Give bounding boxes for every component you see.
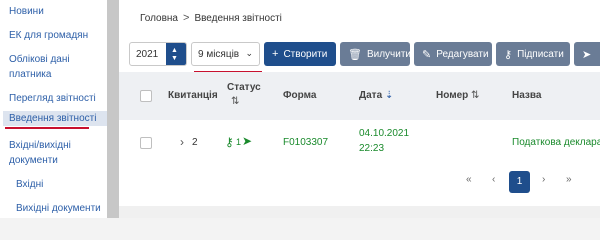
edit-button[interactable]: ✎ Редагувати xyxy=(414,42,492,66)
sent-icon: ➤ xyxy=(242,134,253,148)
chevron-up-icon[interactable]: ▲ xyxy=(171,47,178,54)
chevron-down-icon: ⌄ xyxy=(245,48,253,58)
breadcrumb-home[interactable]: Головна xyxy=(140,13,178,24)
year-input[interactable]: 2021 ▲ ▼ xyxy=(129,42,187,66)
year-spinner[interactable]: ▲ ▼ xyxy=(166,43,186,65)
period-value: 9 місяців xyxy=(198,49,240,60)
breadcrumb-separator: > xyxy=(183,12,190,24)
delete-button[interactable]: 🗑 Вилучити xyxy=(340,42,412,66)
header-status: Статус xyxy=(227,82,261,93)
sidebar-item-in-out-docs-line2[interactable]: документи xyxy=(9,153,58,168)
header-date[interactable]: Дата ⇣ xyxy=(359,90,393,101)
status-count: 1 xyxy=(236,137,242,147)
header-receipt: Квитанція xyxy=(168,90,218,101)
period-select[interactable]: 9 місяців ⌄ xyxy=(191,42,260,66)
chevron-down-icon[interactable]: ▼ xyxy=(171,55,178,62)
sidebar-item-incoming[interactable]: Вхідні xyxy=(16,177,43,192)
edit-button-label: Редагувати xyxy=(436,48,489,60)
sign-button[interactable]: ⚷ Підписати xyxy=(496,42,570,66)
header-form: Форма xyxy=(283,90,317,101)
sidebar-item-ek-citizens[interactable]: ЕК для громадян xyxy=(9,28,88,43)
select-all-checkbox[interactable] xyxy=(140,90,152,102)
year-value: 2021 xyxy=(136,49,159,60)
sidebar-scrollbar[interactable] xyxy=(107,0,119,218)
row-checkbox[interactable] xyxy=(140,137,152,149)
row-name[interactable]: Податкова декларація xyxy=(512,137,600,148)
key-icon: ⚷ xyxy=(504,48,513,61)
pencil-icon: ✎ xyxy=(422,48,432,61)
key-status-icon: ⚷ xyxy=(225,135,234,149)
pagination-current[interactable]: 1 xyxy=(509,171,530,193)
sidebar: Новини ЕК для громадян Облікові дані пла… xyxy=(0,0,107,218)
pagination-prev[interactable]: ‹ xyxy=(492,174,495,185)
bottom-strip xyxy=(119,206,600,218)
sort-desc-icon[interactable]: ⇣ xyxy=(385,90,393,101)
sidebar-item-account-data[interactable]: Облікові дані xyxy=(9,52,70,67)
table-header: Квитанція Статус ⇅ Форма Дата ⇣ Номер ⇅ … xyxy=(119,72,600,120)
pagination-next[interactable]: › xyxy=(542,174,545,185)
plus-icon: + xyxy=(272,48,279,60)
sidebar-item-in-out-docs[interactable]: Вхідні/вихідні xyxy=(9,138,71,153)
header-name: Назва xyxy=(512,90,542,101)
row-date: 04.10.2021 xyxy=(359,128,410,139)
sidebar-item-outgoing[interactable]: Вихідні документи xyxy=(16,201,101,216)
sidebar-item-account-data-line2[interactable]: платника xyxy=(9,67,51,82)
sign-button-label: Підписати xyxy=(517,48,564,60)
table-row[interactable]: › 2 ⚷ 1 ➤ F0103307 04.10.2021 22:23 Пода… xyxy=(119,120,600,164)
create-button-label: Створити xyxy=(283,48,328,60)
create-button[interactable]: + Створити xyxy=(264,42,336,66)
main-panel: Головна > Введення звітності 2021 ▲ ▼ 9 … xyxy=(119,0,600,206)
trash-icon: 🗑 xyxy=(348,48,362,61)
form-code[interactable]: F0103307 xyxy=(283,137,328,148)
delete-button-label: Вилучити xyxy=(366,48,412,60)
sidebar-item-news[interactable]: Новини xyxy=(9,4,44,19)
row-time: 22:23 xyxy=(359,143,385,154)
pagination-first[interactable]: « xyxy=(466,174,472,185)
header-date-label: Дата xyxy=(359,90,383,101)
chevron-right-icon[interactable]: › xyxy=(180,135,184,149)
more-button[interactable]: ➤ xyxy=(574,42,600,66)
receipt-count: 2 xyxy=(192,137,198,148)
breadcrumb-current: Введення звітності xyxy=(194,12,282,24)
send-icon: ➤ xyxy=(582,48,592,61)
sidebar-item-view-reports[interactable]: Перегляд звітності xyxy=(9,91,96,106)
sort-icon[interactable]: ⇅ xyxy=(231,96,239,107)
pagination-last[interactable]: » xyxy=(566,174,572,185)
header-number[interactable]: Номер ⇅ xyxy=(436,90,479,101)
sort-icon[interactable]: ⇅ xyxy=(471,90,479,101)
sidebar-item-enter-reports[interactable]: Введення звітності xyxy=(3,111,107,126)
header-number-label: Номер xyxy=(436,90,469,101)
active-item-underline xyxy=(5,127,89,129)
breadcrumb: Головна > Введення звітності xyxy=(140,12,282,24)
